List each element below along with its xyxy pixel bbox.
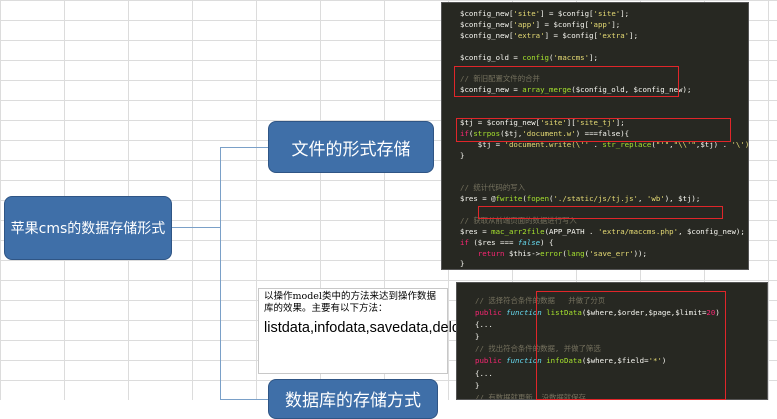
code-line: // 统计代码的写入 [460, 183, 748, 194]
code-token: } [475, 332, 480, 342]
code-token: false [517, 237, 541, 247]
code-token: $config_old = [460, 52, 523, 62]
connector-trunk [220, 147, 221, 400]
code-line: $config_new['site'] = $config['site']; [460, 9, 748, 20]
branch-node-database-storage[interactable]: 数据库的存储方式 [268, 379, 438, 419]
branch-node-file-storage[interactable]: 文件的形式存储 [268, 121, 434, 173]
code-token: ) { [540, 237, 554, 247]
code-token: ]; [589, 52, 598, 62]
code-token: $config_new[ [460, 19, 514, 29]
code-token: 'extra' [513, 30, 545, 40]
connector-root-stem [172, 227, 220, 228]
code-token: lang [566, 248, 585, 258]
code-token: ] = $config[ [540, 9, 594, 18]
code-token: {... [475, 320, 493, 330]
branch-node-file-storage-label: 文件的形式存储 [291, 139, 411, 160]
code-token: 'save_err' [589, 248, 634, 258]
code-line: if ($res === false) { [460, 238, 748, 249]
code-token: public [475, 356, 507, 366]
code-token: $config_new[ [460, 9, 514, 18]
code-token: ($res === [468, 237, 518, 247]
code-token: 'app' [589, 19, 612, 29]
code-token: } [460, 259, 465, 269]
code-token: $config_new[ [460, 30, 514, 40]
code-token: fopen [526, 194, 550, 204]
code-token: $res = @ [460, 194, 496, 204]
code-line: $config_new['extra'] = $config['extra']; [460, 31, 748, 42]
connector-to-file-branch [220, 147, 268, 148]
note-methods-text: listdata,infodata,savedata,deldata,field… [264, 320, 531, 336]
code-token: {... [475, 368, 493, 378]
code-token: , [638, 194, 647, 204]
code-line: $res = @fwrite(fopen('./static/js/tj.js'… [460, 194, 748, 205]
code-token: mac_arr2file [491, 226, 545, 236]
code-token: 'maccms' [553, 52, 590, 62]
code-token: )); [633, 248, 647, 258]
code-line: $config_new['app'] = $config['app']; [460, 20, 748, 31]
highlight-box-model-methods [536, 291, 726, 400]
code-token: 'app' [513, 19, 536, 29]
code-token: $res = [460, 226, 492, 236]
highlight-box-tj [456, 118, 731, 142]
code-token: 'wb' [646, 194, 665, 204]
code-token: config [522, 52, 549, 62]
highlight-box-merge [454, 66, 679, 97]
code-line: $config_old = config('maccms']; [460, 53, 748, 64]
code-token: 'extra' [597, 30, 630, 40]
code-token: 'site' [513, 9, 541, 18]
root-node-label: 苹果cms的数据存储形式 [10, 221, 166, 237]
highlight-box-arr2file [478, 206, 723, 219]
code-token: ]; [629, 30, 639, 40]
code-token: } [475, 380, 480, 390]
note-box[interactable]: 以操作model类中的方法来达到操作数据库的效果。主要有以下方法： listda… [258, 288, 531, 374]
code-token: // 统计代码的写入 [460, 183, 526, 193]
code-token: './static/js/tj.js' [553, 194, 639, 204]
note-intro-text: 以操作model类中的方法来达到操作数据库的效果。主要有以下方法： [264, 291, 436, 314]
code-token: (APP_PATH . [544, 226, 598, 236]
code-token: } [460, 150, 465, 160]
code-token: 'extra/maccms.php' [597, 226, 679, 236]
code-line: } [460, 151, 748, 162]
branch-node-database-storage-label: 数据库的存储方式 [285, 391, 421, 411]
code-token: public [475, 308, 507, 318]
code-token: 'site' [593, 9, 621, 18]
code-token: if [460, 237, 469, 247]
code-token: $this-> [504, 248, 541, 258]
code-token: ]; [620, 9, 630, 18]
code-token: error [540, 248, 563, 258]
code-token: fwrite [495, 194, 523, 204]
code-token: ] = $config[ [544, 30, 598, 40]
code-token: ), $tj); [664, 194, 701, 204]
code-token: '\');' [731, 139, 749, 149]
code-line: return $this->error(lang('save_err')); [460, 249, 748, 260]
code-token: return [477, 248, 505, 258]
code-token: ]; [611, 19, 621, 29]
code-token: , $config_new); [678, 226, 745, 236]
code-line: } [460, 259, 748, 269]
root-node[interactable]: 苹果cms的数据存储形式 [4, 196, 172, 260]
code-line: $res = mac_arr2file(APP_PATH . 'extra/ma… [460, 227, 748, 238]
code-token: ] = $config[ [535, 19, 590, 29]
